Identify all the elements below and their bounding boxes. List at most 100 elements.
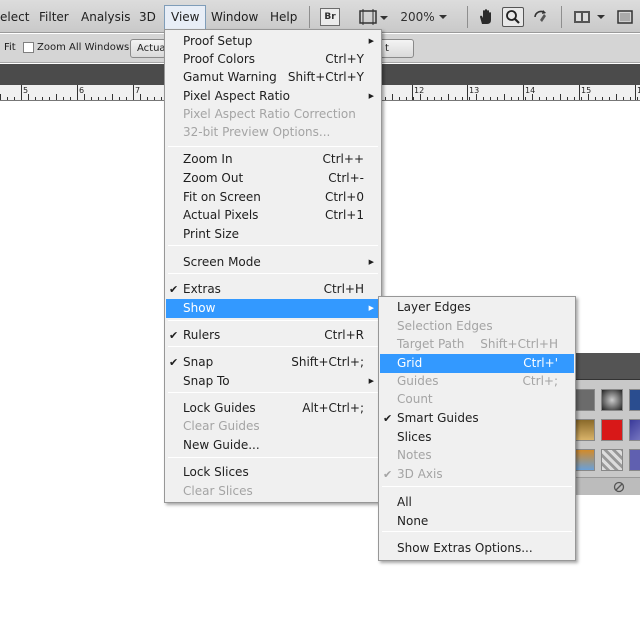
zoom-all-windows-checkbox[interactable] xyxy=(23,42,34,53)
menu-item-proof-colors[interactable]: Proof Colors Ctrl+Y xyxy=(166,50,380,69)
style-swatch[interactable] xyxy=(629,449,640,471)
menu-item-new-guide[interactable]: New Guide... xyxy=(166,436,380,455)
zoom-level-dropdown[interactable]: 200% xyxy=(400,7,448,27)
menu-item-gamut-warning[interactable]: Gamut Warning Shift+Ctrl+Y xyxy=(166,68,380,87)
menu-window[interactable]: Window xyxy=(205,6,264,28)
menu-select[interactable]: elect xyxy=(0,6,35,28)
checkmark-icon: ✔ xyxy=(169,283,179,296)
menu-item-label: Count xyxy=(397,392,433,406)
menu-item-shortcut: Shift+Ctrl+H xyxy=(480,337,558,351)
menu-separator xyxy=(168,346,378,347)
menu-item-label: Smart Guides xyxy=(397,411,479,425)
menu-item-proof-setup[interactable]: Proof Setup ▶ xyxy=(166,32,380,51)
menu-item-guides: Guides Ctrl+; xyxy=(380,372,574,391)
menu-item-show-extras-options[interactable]: Show Extras Options... xyxy=(380,539,574,558)
menu-item-shortcut: Ctrl+R xyxy=(324,328,364,342)
checkmark-icon: ✔ xyxy=(169,356,179,369)
menu-item-shortcut: Shift+Ctrl+; xyxy=(291,355,364,369)
menu-item-none[interactable]: None xyxy=(380,512,574,531)
menu-item-label: Pixel Aspect Ratio xyxy=(183,89,290,103)
view-extras-button[interactable] xyxy=(356,7,390,27)
menu-item-rulers[interactable]: ✔ Rulers Ctrl+R xyxy=(166,326,380,345)
style-swatch[interactable] xyxy=(629,389,640,411)
style-swatch[interactable] xyxy=(629,419,640,441)
ruler-minor-tick xyxy=(609,97,610,100)
menu-item-label: 32-bit Preview Options... xyxy=(183,125,331,139)
menu-item-actual-pixels[interactable]: Actual Pixels Ctrl+1 xyxy=(166,206,380,225)
menu-item-slices[interactable]: Slices xyxy=(380,428,574,447)
styles-panel xyxy=(572,353,640,495)
menu-item-pixel-aspect-ratio[interactable]: Pixel Aspect Ratio ▶ xyxy=(166,87,380,106)
menu-item-label: Screen Mode xyxy=(183,255,261,269)
ruler-minor-tick xyxy=(28,94,29,100)
ruler-minor-tick xyxy=(560,94,561,100)
menu-item-shortcut: Ctrl++ xyxy=(322,152,364,166)
menu-filter[interactable]: Filter xyxy=(33,6,75,28)
menu-item-lock-guides[interactable]: Lock Guides Alt+Ctrl+; xyxy=(166,399,380,418)
menu-item-grid[interactable]: Grid Ctrl+' xyxy=(380,354,574,373)
menu-item-label: 3D Axis xyxy=(397,467,443,481)
zoom-tool-button[interactable] xyxy=(502,7,524,27)
menu-item-shortcut: Ctrl+; xyxy=(522,374,558,388)
actual-pixels-button[interactable]: Actua xyxy=(130,39,166,58)
menu-item-shortcut: Alt+Ctrl+; xyxy=(302,401,364,415)
ruler-minor-tick xyxy=(455,97,456,100)
menu-item-count: Count xyxy=(380,390,574,409)
arrange-documents-button[interactable] xyxy=(570,7,610,27)
menu-item-zoom-out[interactable]: Zoom Out Ctrl+- xyxy=(166,169,380,188)
menu-item-screen-mode[interactable]: Screen Mode ▶ xyxy=(166,253,380,272)
menu-item-label: Zoom In xyxy=(183,152,233,166)
ruler-minor-tick xyxy=(567,97,568,100)
style-swatch[interactable] xyxy=(573,419,595,441)
hand-icon xyxy=(480,9,491,24)
print-size-button[interactable]: t Size xyxy=(378,39,414,58)
hand-tool-button[interactable] xyxy=(475,7,497,27)
menu-item-print-size[interactable]: Print Size xyxy=(166,225,380,244)
menu-item-pixel-aspect-ratio-correction: Pixel Aspect Ratio Correction xyxy=(166,105,380,124)
arrange-documents-icon xyxy=(574,11,605,23)
style-swatch[interactable] xyxy=(601,419,623,441)
screen-mode-button[interactable] xyxy=(615,7,640,27)
ruler-minor-tick xyxy=(126,97,127,100)
toolbar-separator xyxy=(467,6,468,28)
rotate-view-button[interactable] xyxy=(530,7,552,27)
menu-item-snap[interactable]: ✔ Snap Shift+Ctrl+; xyxy=(166,353,380,372)
ruler-minor-tick xyxy=(154,97,155,100)
checkmark-icon: ✔ xyxy=(383,412,393,425)
style-swatch[interactable] xyxy=(601,449,623,471)
menu-item-shortcut: Ctrl+Y xyxy=(325,52,364,66)
menu-analysis[interactable]: Analysis xyxy=(75,6,136,28)
style-swatch[interactable] xyxy=(601,389,623,411)
menu-separator xyxy=(382,486,572,487)
ruler-minor-tick xyxy=(490,97,491,100)
ruler-minor-tick xyxy=(497,97,498,100)
menu-item-shortcut: Ctrl+' xyxy=(523,356,558,370)
menu-item-shortcut: Shift+Ctrl+Y xyxy=(287,70,364,84)
ruler-minor-tick xyxy=(595,97,596,100)
submenu-arrow-icon: ▶ xyxy=(368,258,374,266)
style-swatch[interactable] xyxy=(573,449,595,471)
ruler-number: 14 xyxy=(525,86,536,95)
menu-view[interactable]: View xyxy=(164,5,207,30)
menu-help[interactable]: Help xyxy=(264,6,303,28)
menu-item-layer-edges[interactable]: Layer Edges xyxy=(380,298,574,317)
menu-item-smart-guides[interactable]: ✔ Smart Guides xyxy=(380,409,574,428)
frame-icon xyxy=(359,9,388,25)
menu-item-extras[interactable]: ✔ Extras Ctrl+H xyxy=(166,280,380,299)
menu-item-zoom-in[interactable]: Zoom In Ctrl++ xyxy=(166,150,380,169)
menu-item-label: None xyxy=(397,514,429,528)
menu-3d[interactable]: 3D xyxy=(133,6,162,28)
menu-item-lock-slices[interactable]: Lock Slices xyxy=(166,463,380,482)
menu-item-snap-to[interactable]: Snap To ▶ xyxy=(166,372,380,391)
no-style-icon[interactable] xyxy=(613,481,625,493)
ruler-minor-tick xyxy=(406,97,407,100)
style-swatch[interactable] xyxy=(573,389,595,411)
ruler-minor-tick xyxy=(7,97,8,100)
menu-item-show[interactable]: Show ▶ xyxy=(166,299,380,318)
menu-item-fit-on-screen[interactable]: Fit on Screen Ctrl+0 xyxy=(166,188,380,207)
ruler-minor-tick xyxy=(140,94,141,100)
menu-item-all[interactable]: All xyxy=(380,493,574,512)
menu-item-shortcut: Ctrl+1 xyxy=(324,208,364,222)
bridge-button[interactable]: Br xyxy=(320,7,340,27)
ruler-minor-tick xyxy=(588,94,589,100)
